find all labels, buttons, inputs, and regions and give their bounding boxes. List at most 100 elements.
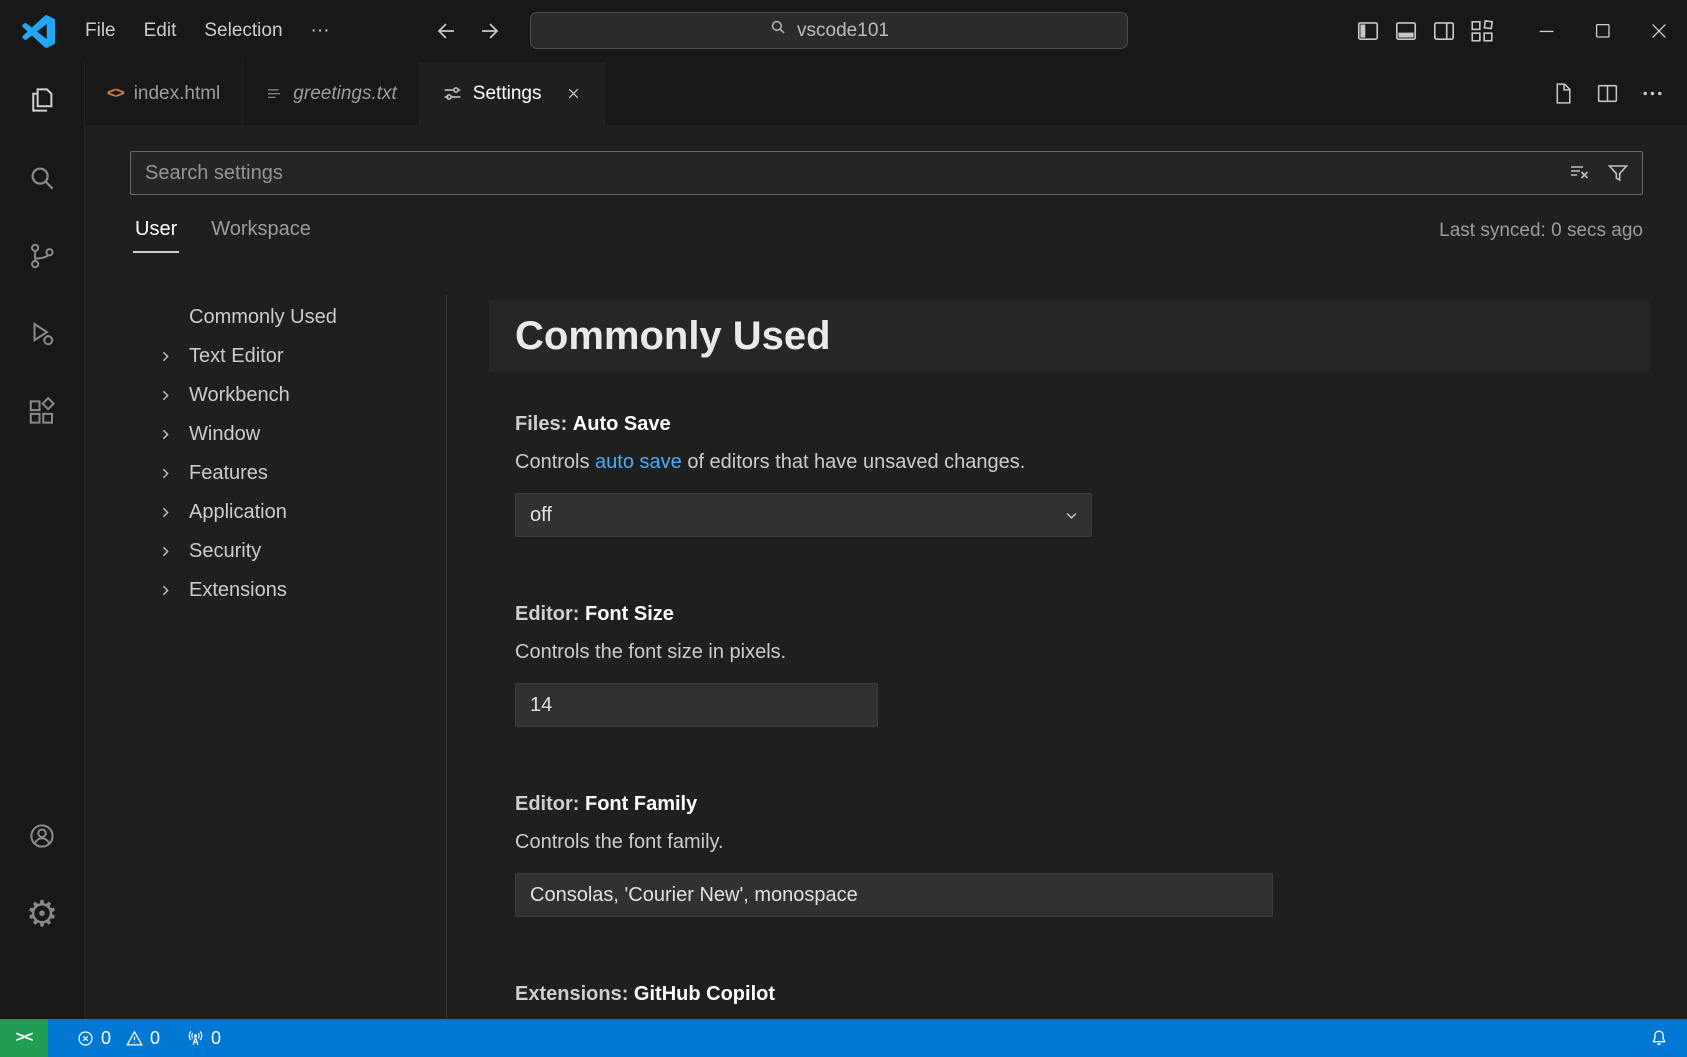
settings-toc: Commonly Used Text Editor Workbench Wind…: [85, 290, 446, 1019]
settings-gear-icon[interactable]: ⚙: [0, 889, 85, 939]
setting-title: Editor: Font Size: [515, 603, 1687, 626]
command-center-text: vscode101: [797, 20, 889, 42]
layout-controls: [1355, 18, 1495, 44]
setting-editor-font-family: Editor: Font Family Controls the font fa…: [515, 793, 1687, 917]
remote-indicator[interactable]: ><: [0, 1019, 48, 1057]
customize-layout-icon[interactable]: [1469, 18, 1495, 44]
command-center-search[interactable]: vscode101: [530, 12, 1128, 49]
settings-search-box[interactable]: [130, 151, 1643, 195]
chevron-right-icon: [157, 348, 174, 365]
back-button[interactable]: [435, 19, 459, 43]
settings-scope-tabs: User Workspace Last synced: 0 secs ago: [133, 209, 1643, 253]
toc-extensions[interactable]: Extensions: [85, 571, 446, 610]
toc-text-editor[interactable]: Text Editor: [85, 337, 446, 376]
radio-tower-icon: [186, 1029, 205, 1048]
tab-label: index.html: [134, 83, 221, 105]
chevron-right-icon: [157, 504, 174, 521]
setting-title: Editor: Font Family: [515, 793, 1687, 816]
open-settings-json-icon[interactable]: [1550, 81, 1575, 106]
settings-search-input[interactable]: [145, 162, 1568, 185]
last-synced-label: Last synced: 0 secs ago: [1439, 220, 1643, 242]
activity-bar: ⚙: [0, 62, 85, 1019]
font-family-input[interactable]: [515, 873, 1273, 917]
toggle-secondary-sidebar-icon[interactable]: [1431, 18, 1457, 44]
toggle-sidebar-icon[interactable]: [1355, 18, 1381, 44]
text-file-icon: [265, 85, 283, 103]
error-icon: [76, 1029, 95, 1048]
settings-sliders-icon: [442, 83, 463, 104]
run-debug-icon[interactable]: [0, 309, 85, 359]
close-window-button[interactable]: [1631, 0, 1687, 62]
chevron-right-icon: [157, 426, 174, 443]
filter-icon[interactable]: [1606, 161, 1630, 185]
search-sidebar-icon[interactable]: [0, 153, 85, 203]
ports-indicator[interactable]: 0: [186, 1028, 221, 1049]
font-size-input[interactable]: [515, 683, 878, 727]
minimize-button[interactable]: [1519, 0, 1575, 62]
clear-search-icon[interactable]: [1568, 161, 1592, 185]
tab-greetings-txt[interactable]: greetings.txt: [243, 62, 420, 125]
menu-file[interactable]: File: [71, 0, 130, 62]
chevron-right-icon: [157, 543, 174, 560]
notifications-bell-icon[interactable]: [1649, 1028, 1669, 1048]
settings-content: Commonly Used Files: Auto Save Controls …: [489, 285, 1687, 1019]
error-count: 0: [101, 1028, 111, 1049]
problems-indicator[interactable]: 0 0: [76, 1028, 160, 1049]
source-control-icon[interactable]: [0, 231, 85, 281]
toc-features[interactable]: Features: [85, 454, 446, 493]
tab-label: greetings.txt: [293, 83, 397, 105]
toc-security[interactable]: Security: [85, 532, 446, 571]
split-editor-icon[interactable]: [1595, 81, 1620, 106]
warning-icon: [125, 1029, 144, 1048]
tab-settings[interactable]: Settings: [420, 62, 606, 125]
setting-extensions-github-copilot: Extensions: GitHub Copilot: [515, 983, 1687, 1006]
title-bar-right: [1355, 0, 1687, 62]
setting-description: Controls the font family.: [515, 831, 1687, 854]
setting-files-auto-save: Files: Auto Save Controls auto save of e…: [515, 413, 1687, 537]
search-icon: [769, 18, 788, 43]
chevron-right-icon: [157, 465, 174, 482]
toc-window[interactable]: Window: [85, 415, 446, 454]
warning-count: 0: [150, 1028, 160, 1049]
menu-edit[interactable]: Edit: [130, 0, 191, 62]
menu-more[interactable]: ···: [297, 0, 344, 62]
setting-title: Files: Auto Save: [515, 413, 1687, 436]
menu-selection[interactable]: Selection: [190, 0, 296, 62]
html-file-icon: <>: [107, 85, 124, 103]
toc-application[interactable]: Application: [85, 493, 446, 532]
setting-title: Extensions: GitHub Copilot: [515, 983, 1687, 1006]
forward-button[interactable]: [477, 19, 501, 43]
settings-editor: User Workspace Last synced: 0 secs ago C…: [85, 125, 1687, 1019]
extensions-icon[interactable]: [0, 387, 85, 437]
toggle-panel-icon[interactable]: [1393, 18, 1419, 44]
maximize-button[interactable]: [1575, 0, 1631, 62]
auto-save-select[interactable]: off: [515, 493, 1092, 537]
toc-workbench[interactable]: Workbench: [85, 376, 446, 415]
menu-bar: File Edit Selection ···: [71, 0, 344, 62]
editor-tab-bar: <> index.html greetings.txt Settings: [85, 62, 1687, 125]
setting-description: Controls auto save of editors that have …: [515, 451, 1687, 474]
setting-editor-font-size: Editor: Font Size Controls the font size…: [515, 603, 1687, 727]
ports-count: 0: [211, 1028, 221, 1049]
status-bar: >< 0 0 0: [0, 1019, 1687, 1057]
vscode-window: File Edit Selection ··· vscode101: [0, 0, 1687, 1057]
more-actions-icon[interactable]: [1640, 81, 1665, 106]
close-tab-icon[interactable]: [565, 85, 582, 102]
vscode-logo-icon: [22, 15, 55, 48]
explorer-icon[interactable]: [0, 75, 85, 125]
editor-actions: [1550, 62, 1687, 125]
toc-divider: [446, 295, 447, 1019]
history-nav: [435, 0, 501, 62]
title-bar: File Edit Selection ··· vscode101: [0, 0, 1687, 62]
account-icon[interactable]: [0, 811, 85, 861]
chevron-right-icon: [157, 387, 174, 404]
chevron-down-icon: [1062, 506, 1081, 525]
tab-index-html[interactable]: <> index.html: [85, 62, 243, 125]
chevron-right-icon: [157, 582, 174, 599]
auto-save-link[interactable]: auto save: [595, 451, 682, 473]
tab-label: Settings: [473, 83, 542, 105]
section-heading: Commonly Used: [489, 300, 1650, 372]
toc-commonly-used[interactable]: Commonly Used: [85, 298, 446, 337]
scope-tab-user[interactable]: User: [133, 210, 179, 253]
scope-tab-workspace[interactable]: Workspace: [209, 210, 313, 253]
